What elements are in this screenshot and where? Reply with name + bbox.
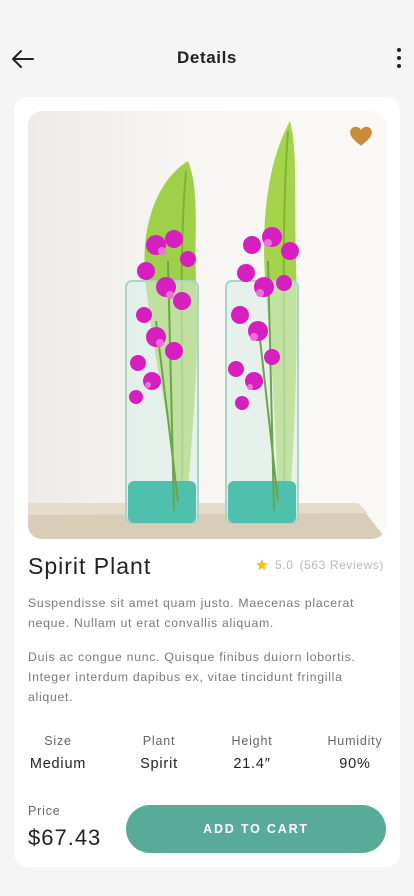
top-bar: Details xyxy=(0,0,414,110)
product-image xyxy=(28,111,386,539)
rating-value: 5.0 xyxy=(275,558,294,572)
spec-value: Spirit xyxy=(140,756,178,772)
spec-plant: Plant Spirit xyxy=(119,734,199,772)
add-to-cart-button[interactable]: ADD TO CART xyxy=(126,805,386,853)
more-menu-button[interactable] xyxy=(392,44,406,72)
product-card: Spirit Plant 5.0 (563 Reviews) Suspendis… xyxy=(14,97,400,867)
spec-label: Size xyxy=(44,734,72,748)
spec-value: 21.4″ xyxy=(233,756,271,772)
spec-height: Height 21.4″ xyxy=(212,734,292,772)
heart-icon xyxy=(350,126,372,146)
spec-row: Size Medium Plant Spirit Height 21.4″ Hu… xyxy=(14,734,400,778)
star-icon xyxy=(256,559,268,571)
review-count: (563 Reviews) xyxy=(299,558,384,572)
spec-humidity: Humidity 90% xyxy=(315,734,395,772)
spec-label: Plant xyxy=(142,734,176,748)
more-vertical-icon xyxy=(397,48,401,52)
plant-vases-illustration xyxy=(28,121,386,539)
spec-size: Size Medium xyxy=(18,734,98,772)
description-paragraph: Duis ac congue nunc. Quisque finibus dui… xyxy=(28,650,356,704)
spec-label: Humidity xyxy=(327,734,383,748)
product-rating: 5.0 (563 Reviews) xyxy=(255,558,384,572)
spec-label: Height xyxy=(231,734,273,748)
description-paragraph: Suspendisse sit amet quam justo. Maecena… xyxy=(28,596,355,630)
product-name: Spirit Plant xyxy=(28,553,152,579)
spec-value: 90% xyxy=(339,756,371,772)
page-title: Details xyxy=(177,48,237,67)
spec-value: Medium xyxy=(29,756,87,772)
price-label: Price xyxy=(28,804,61,818)
favorite-button[interactable] xyxy=(348,123,374,149)
price-value: $67.43 xyxy=(28,825,102,850)
